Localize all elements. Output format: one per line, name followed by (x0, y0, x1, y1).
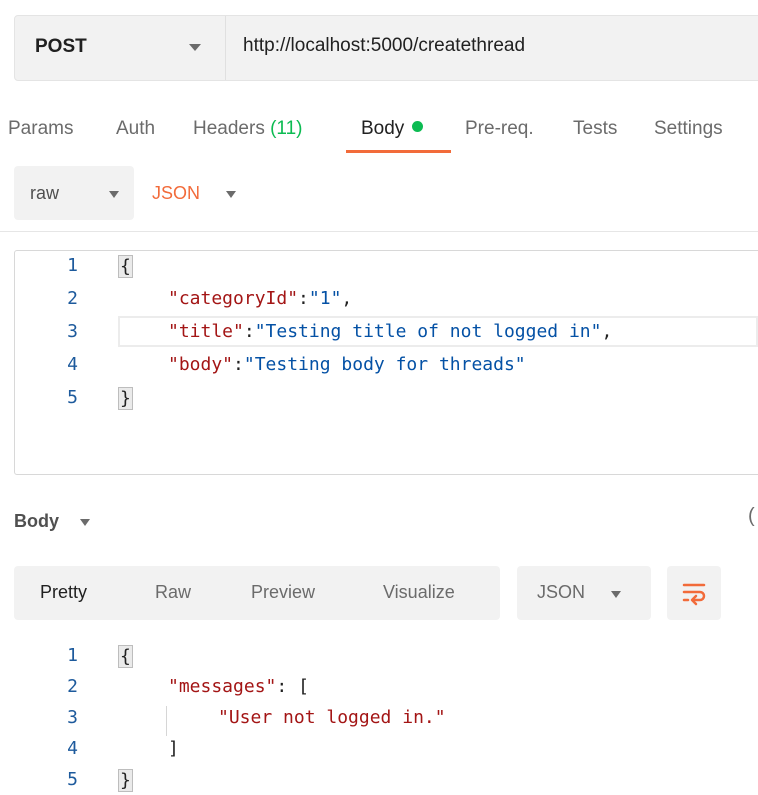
code-line: ] (168, 738, 179, 759)
body-language-select[interactable]: JSON (140, 166, 260, 220)
code-line: "title":"Testing title of not logged in"… (168, 321, 613, 342)
line-number: 2 (67, 676, 78, 697)
code-line: "User not logged in." (218, 707, 446, 728)
headers-count-badge: (11) (270, 118, 303, 139)
response-section-label: Body (14, 511, 59, 531)
tab-auth[interactable]: Auth (116, 118, 155, 140)
view-raw[interactable]: Raw (155, 582, 191, 603)
divider (0, 231, 758, 232)
chevron-down-icon (109, 191, 119, 198)
tab-settings[interactable]: Settings (654, 118, 723, 140)
tab-tests[interactable]: Tests (573, 118, 617, 140)
active-tab-underline (346, 150, 451, 153)
response-format-select[interactable]: JSON (517, 566, 651, 620)
tab-prereq[interactable]: Pre-req. (465, 118, 534, 140)
body-indicator-dot (412, 121, 424, 132)
chevron-down-icon (226, 191, 236, 198)
code-brace-close: } (118, 769, 133, 792)
line-number: 1 (67, 255, 78, 276)
line-number: 4 (67, 738, 78, 759)
body-mode-select[interactable]: raw (14, 166, 134, 220)
line-number: 3 (67, 707, 78, 728)
body-language-label: JSON (152, 183, 201, 203)
body-mode-label: raw (30, 183, 60, 203)
tab-body-label: Body (361, 118, 405, 139)
wrap-lines-icon (682, 583, 706, 606)
request-bar: POST http://localhost:5000/createthread (14, 15, 758, 81)
url-input[interactable]: http://localhost:5000/createthread (243, 35, 525, 57)
tab-params[interactable]: Params (8, 118, 73, 140)
indent-guide (166, 706, 167, 736)
line-number: 5 (67, 769, 78, 790)
response-format-label: JSON (537, 582, 586, 602)
globe-icon[interactable]: ( (748, 505, 755, 528)
wrap-lines-button[interactable] (667, 566, 721, 620)
code-line: "body":"Testing body for threads" (168, 354, 526, 375)
line-number: 5 (67, 387, 78, 408)
chevron-down-icon (611, 591, 621, 598)
line-number: 4 (67, 354, 78, 375)
response-body-toggle[interactable]: Body (14, 511, 59, 532)
line-number: 2 (67, 288, 78, 309)
chevron-down-icon (189, 44, 201, 51)
line-number: 3 (67, 321, 78, 342)
response-view-tabs: Pretty Raw Preview Visualize (14, 566, 500, 620)
code-brace-open: { (118, 645, 133, 668)
method-label: POST (35, 36, 87, 57)
line-number: 1 (67, 645, 78, 666)
code-brace-close: } (118, 387, 133, 410)
view-preview[interactable]: Preview (251, 582, 315, 603)
chevron-down-icon[interactable] (80, 519, 90, 526)
tab-headers[interactable]: Headers (11) (193, 118, 303, 140)
code-brace-open: { (118, 255, 133, 278)
tab-body[interactable]: Body (361, 118, 424, 140)
method-select[interactable]: POST (15, 16, 226, 80)
code-line: "messages": [ (168, 676, 309, 697)
tab-headers-label: Headers (193, 118, 265, 139)
view-pretty[interactable]: Pretty (40, 582, 87, 603)
view-visualize[interactable]: Visualize (383, 582, 455, 603)
code-line: "categoryId":"1", (168, 288, 353, 309)
